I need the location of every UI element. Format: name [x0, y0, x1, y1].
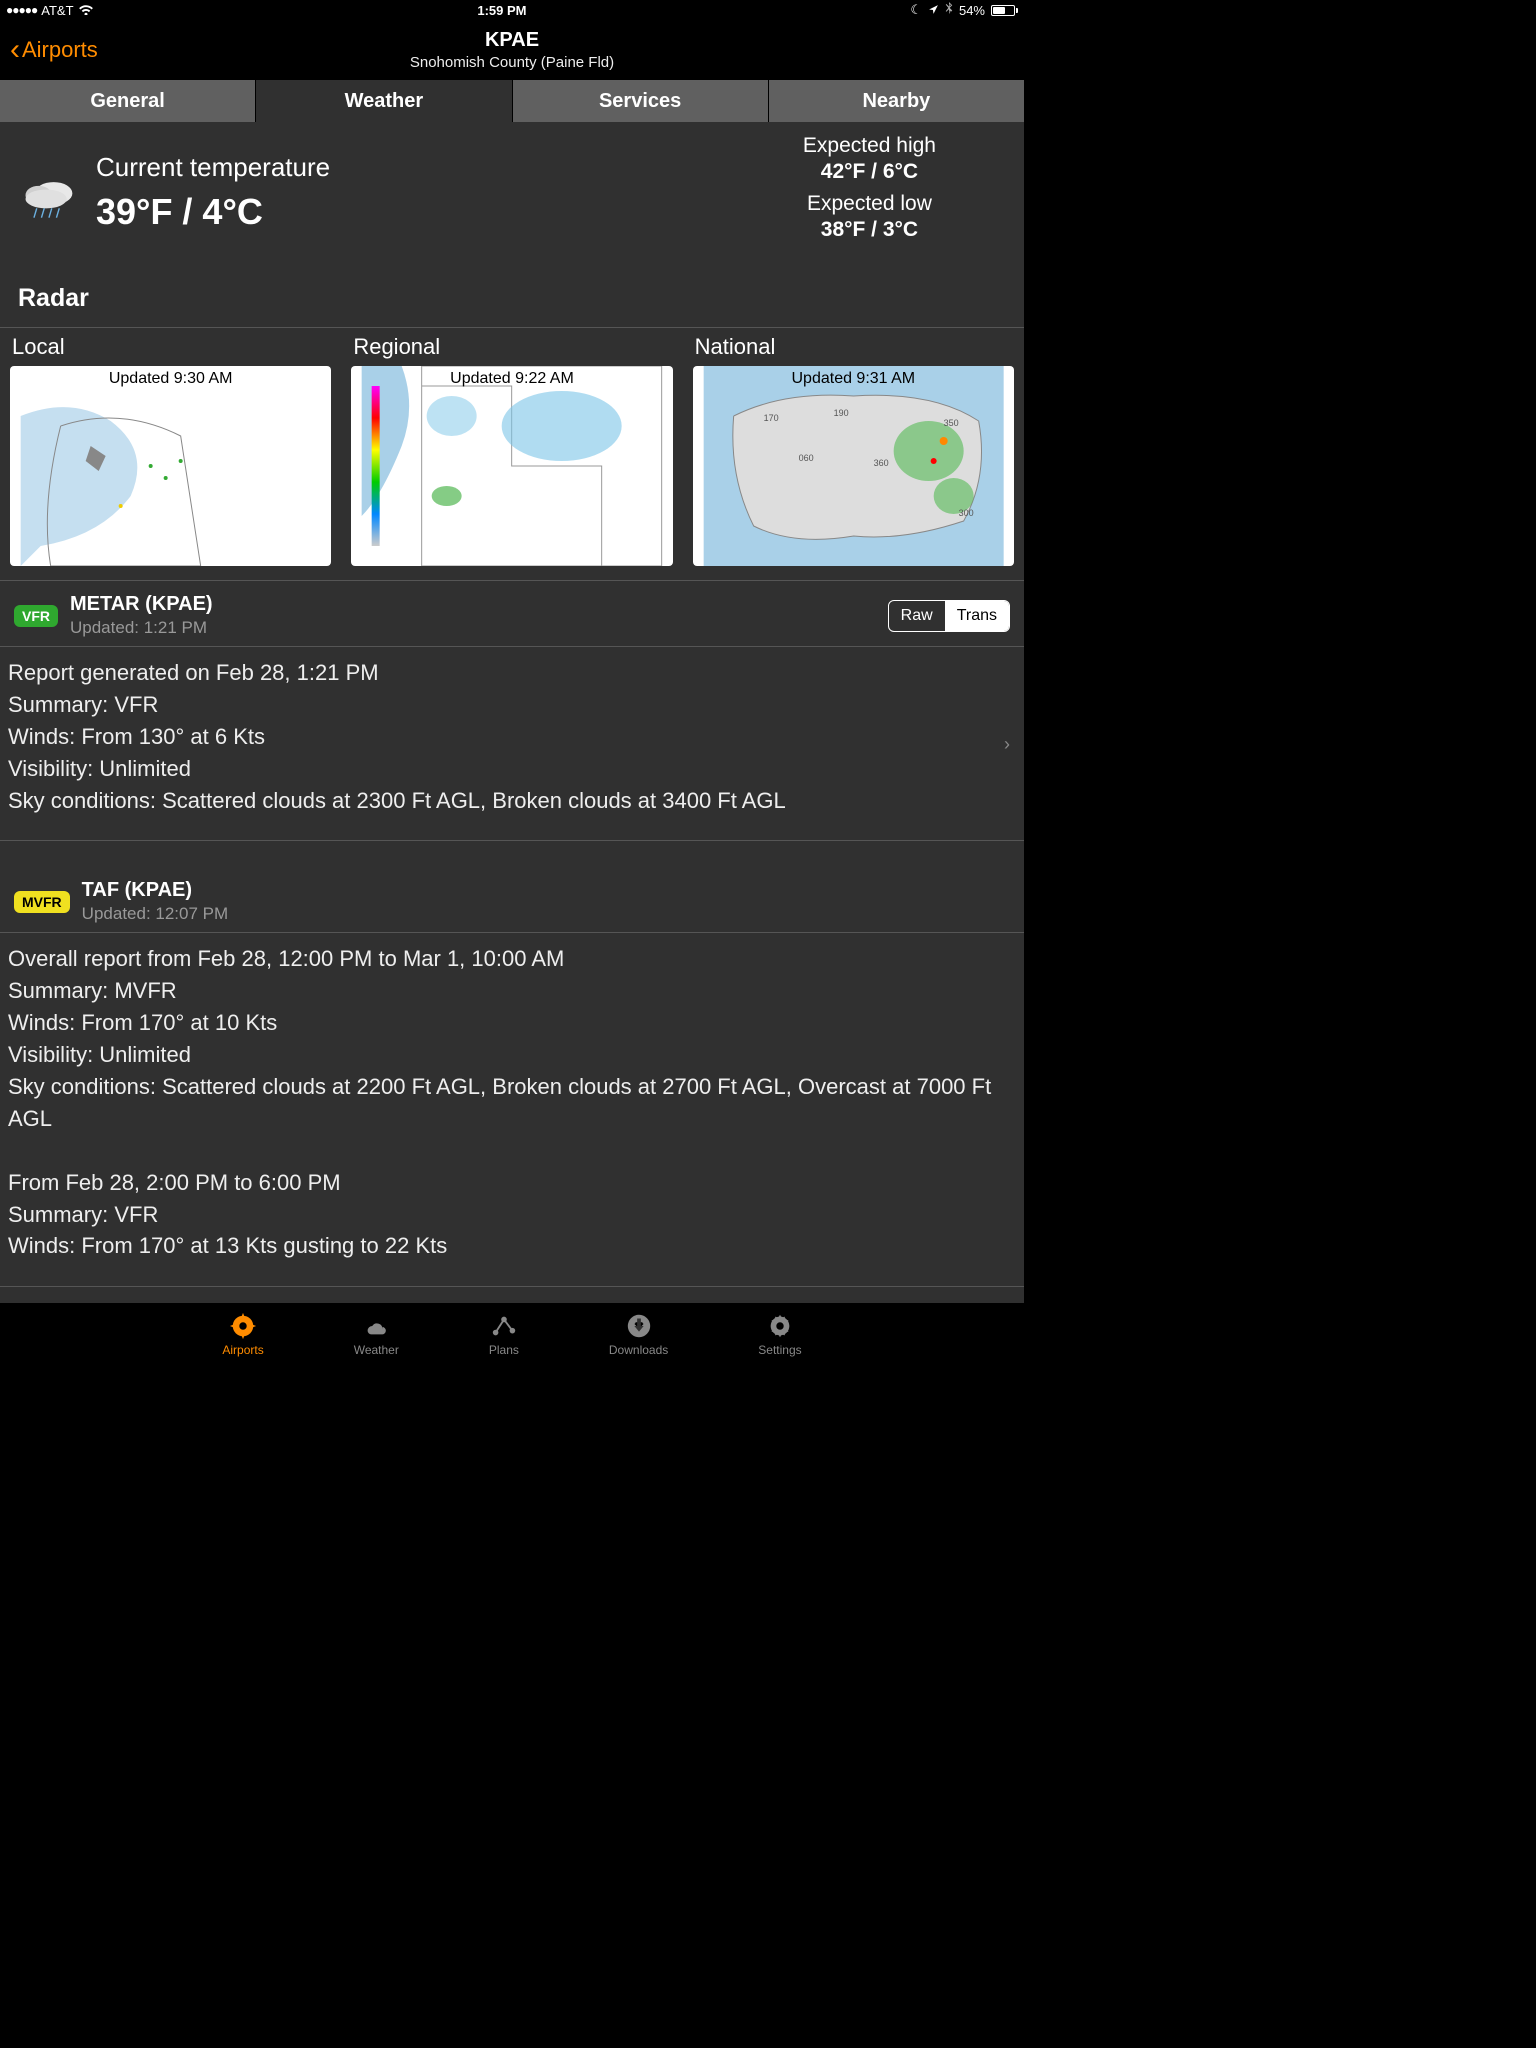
btab-settings-label: Settings — [758, 1343, 801, 1357]
tab-general[interactable]: General — [0, 80, 255, 122]
radar-regional-title: Regional — [351, 334, 672, 360]
metar-title: METAR (KPAE) — [70, 593, 213, 616]
radar-national-map: Updated 9:31 AM 170 190 060 360 350 300 — [693, 366, 1014, 566]
radar-local-map: Updated 9:30 AM — [10, 366, 331, 566]
svg-text:170: 170 — [763, 413, 778, 423]
btab-airports-label: Airports — [222, 1343, 263, 1357]
bluetooth-icon — [945, 2, 953, 18]
tab-nearby[interactable]: Nearby — [769, 80, 1024, 122]
taf-section: MVFR TAF (KPAE) Updated: 12:07 PM Overal… — [0, 867, 1024, 1287]
temp-value: 39°F / 4°C — [96, 191, 330, 233]
compass-icon — [228, 1311, 258, 1341]
taf-body[interactable]: Overall report from Feb 28, 12:00 PM to … — [0, 932, 1024, 1286]
location-icon — [928, 3, 939, 18]
tab-services[interactable]: Services — [513, 80, 768, 122]
carrier-label: AT&T — [41, 3, 73, 18]
raw-trans-toggle[interactable]: Raw Trans — [888, 600, 1010, 632]
btab-airports[interactable]: Airports — [222, 1311, 263, 1357]
taf-text: Overall report from Feb 28, 12:00 PM to … — [8, 946, 991, 1258]
moon-icon: ☾ — [910, 2, 922, 18]
taf-updated: Updated: 12:07 PM — [82, 904, 228, 924]
btab-plans-label: Plans — [489, 1343, 519, 1357]
wifi-icon — [78, 3, 94, 18]
bottom-tab-bar: Airports Weather Plans Downloads Setting… — [0, 1303, 1024, 1365]
radar-national-updated: Updated 9:31 AM — [791, 370, 915, 388]
expected-high-label: Expected high — [803, 134, 936, 158]
radar-regional-updated: Updated 9:22 AM — [450, 370, 574, 388]
seg-trans[interactable]: Trans — [945, 601, 1009, 631]
svg-text:190: 190 — [833, 408, 848, 418]
radar-header: Radar — [0, 280, 1024, 327]
main-tabs: General Weather Services Nearby — [0, 80, 1024, 122]
btab-settings[interactable]: Settings — [758, 1311, 801, 1357]
btab-weather[interactable]: Weather — [354, 1311, 399, 1357]
chevron-left-icon: ‹ — [10, 35, 20, 65]
download-icon — [624, 1311, 654, 1341]
route-icon — [489, 1311, 519, 1341]
cloud-icon — [361, 1311, 391, 1341]
radar-row: Local Updated 9:30 AM Regional Updated 9… — [0, 327, 1024, 581]
radar-local-title: Local — [10, 334, 331, 360]
btab-plans[interactable]: Plans — [489, 1311, 519, 1357]
radar-national[interactable]: National Updated 9:31 AM 170 190 060 360… — [693, 328, 1014, 566]
temperature-section: Current temperature 39°F / 4°C Expected … — [0, 122, 1024, 280]
battery-pct: 54% — [959, 3, 985, 18]
taf-badge: MVFR — [14, 891, 70, 913]
svg-text:300: 300 — [958, 508, 973, 518]
svg-text:350: 350 — [943, 418, 958, 428]
nav-header: ‹ Airports KPAE Snohomish County (Paine … — [0, 20, 1024, 80]
svg-text:360: 360 — [873, 458, 888, 468]
back-button[interactable]: ‹ Airports — [0, 35, 98, 65]
gear-icon — [765, 1311, 795, 1341]
btab-downloads-label: Downloads — [609, 1343, 668, 1357]
metar-updated: Updated: 1:21 PM — [70, 618, 213, 638]
svg-text:060: 060 — [798, 453, 813, 463]
chevron-right-icon: › — [1004, 731, 1010, 757]
metar-section: VFR METAR (KPAE) Updated: 1:21 PM Raw Tr… — [0, 581, 1024, 841]
radar-regional-map: Updated 9:22 AM — [351, 366, 672, 566]
expected-high-value: 42°F / 6°C — [803, 160, 936, 184]
radar-regional[interactable]: Regional Updated 9:22 AM — [351, 328, 672, 566]
expected-low-label: Expected low — [803, 192, 936, 216]
radar-local[interactable]: Local Updated 9:30 AM — [10, 328, 331, 566]
page-title: KPAE — [0, 29, 1024, 52]
signal-dots-icon: ●●●●● — [6, 3, 37, 17]
btab-downloads[interactable]: Downloads — [609, 1311, 668, 1357]
radar-national-title: National — [693, 334, 1014, 360]
temp-label: Current temperature — [96, 152, 330, 183]
status-time: 1:59 PM — [477, 3, 526, 18]
btab-weather-label: Weather — [354, 1343, 399, 1357]
radar-local-updated: Updated 9:30 AM — [109, 370, 233, 388]
back-label: Airports — [22, 37, 98, 63]
rain-cloud-icon — [18, 173, 78, 223]
tab-weather[interactable]: Weather — [256, 80, 511, 122]
taf-title: TAF (KPAE) — [82, 879, 228, 902]
metar-badge: VFR — [14, 605, 58, 627]
metar-body[interactable]: Report generated on Feb 28, 1:21 PM Summ… — [0, 646, 1024, 840]
seg-raw[interactable]: Raw — [889, 601, 945, 631]
battery-icon — [991, 5, 1018, 16]
status-bar: ●●●●● AT&T 1:59 PM ☾ 54% — [0, 0, 1024, 20]
content-area: Current temperature 39°F / 4°C Expected … — [0, 122, 1024, 1303]
expected-low-value: 38°F / 3°C — [803, 218, 936, 242]
metar-text: Report generated on Feb 28, 1:21 PM Summ… — [8, 660, 786, 813]
page-subtitle: Snohomish County (Paine Fld) — [0, 54, 1024, 71]
